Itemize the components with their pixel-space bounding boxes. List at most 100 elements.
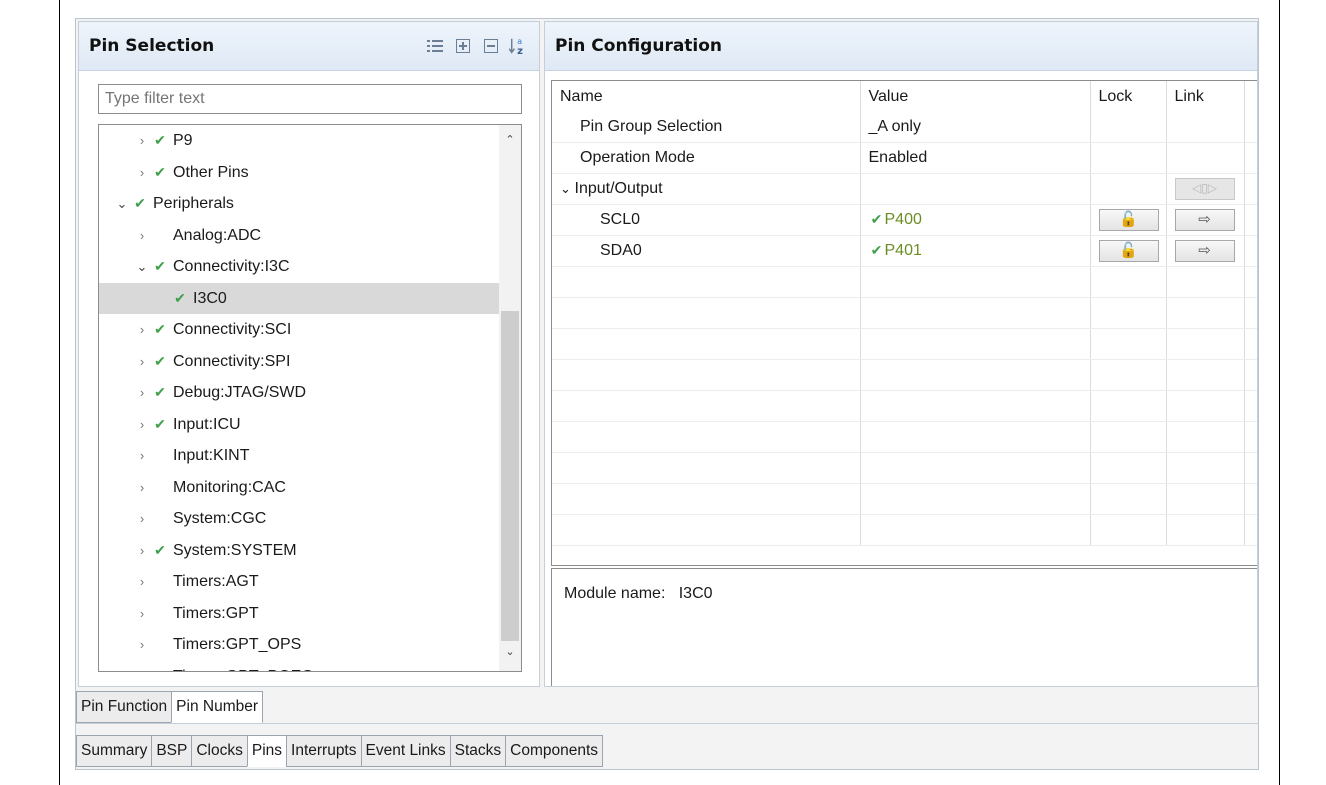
tree-item-label: Monitoring:CAC: [173, 478, 286, 496]
unlock-icon[interactable]: 🔓: [1098, 240, 1159, 262]
check-icon: ✔: [870, 242, 883, 258]
empty-cell: [1166, 359, 1245, 391]
column-header-name[interactable]: Name: [552, 81, 861, 112]
tree-scroll-thumb[interactable]: [501, 311, 519, 641]
tab-pin-function[interactable]: Pin Function: [76, 691, 173, 723]
tree-item[interactable]: › Input:KINT: [99, 440, 521, 472]
chevron-right-icon[interactable]: ›: [133, 440, 151, 472]
chevron-right-icon[interactable]: ›: [133, 346, 151, 378]
table-row[interactable]: Pin Group Selection _A only: [552, 112, 1257, 143]
chevron-down-icon[interactable]: ⌄: [133, 251, 151, 283]
empty-cell: [860, 390, 1091, 422]
tab-event-links[interactable]: Event Links: [360, 735, 451, 767]
empty-cell: [1090, 390, 1167, 422]
tree-item-label: Timers:AGT: [173, 573, 259, 590]
tab-components[interactable]: Components: [505, 735, 604, 767]
config-name-label: Pin Group Selection: [580, 118, 723, 135]
tab-bsp[interactable]: BSP: [151, 735, 193, 767]
table-row[interactable]: SCL0 ✔ P400 🔓 ⇨: [552, 204, 1257, 236]
tree-item[interactable]: ✔ I3C0: [99, 282, 521, 314]
config-value-cell[interactable]: [860, 173, 1091, 205]
tree-item[interactable]: › ✔ Debug:JTAG/SWD: [99, 377, 521, 409]
arrow-right-icon[interactable]: ⇨: [1174, 240, 1235, 262]
tab-pin-number[interactable]: Pin Number: [171, 691, 264, 723]
tree-item[interactable]: ⌄ ✔ Connectivity:I3C: [99, 251, 521, 283]
filter-input[interactable]: [98, 84, 522, 114]
config-value-cell[interactable]: ✔ P401: [860, 235, 1091, 267]
empty-cell: [552, 297, 861, 329]
table-row[interactable]: ⌄ Input/Output ◁▯▷: [552, 173, 1257, 205]
pin-tree[interactable]: › ✔ P9 › ✔ Other Pins ⌄ ✔ Peripherals › Analog:ADC…: [98, 124, 522, 672]
chevron-right-icon[interactable]: ›: [133, 629, 151, 661]
tree-item[interactable]: › Timers:AGT: [99, 566, 521, 598]
config-link-cell: ⇨: [1166, 204, 1245, 236]
tab-summary[interactable]: Summary: [76, 735, 153, 767]
tree-item[interactable]: › ✔ Input:ICU: [99, 409, 521, 441]
empty-cell: [1244, 328, 1257, 360]
tree-item[interactable]: › ✔ Connectivity:SCI: [99, 314, 521, 346]
empty-cell: [860, 514, 1091, 546]
config-name-label: Input/Output: [574, 180, 663, 197]
tree-item[interactable]: ⌄ ✔ Peripherals: [99, 188, 513, 220]
tree-item-label: P9: [173, 132, 193, 149]
tree-item-label: Input:KINT: [173, 447, 250, 464]
unlock-icon[interactable]: 🔓: [1098, 209, 1159, 231]
chevron-down-icon[interactable]: ⌄: [113, 188, 131, 220]
config-value-cell[interactable]: _A only: [860, 112, 1091, 143]
tree-item[interactable]: › ✔ Connectivity:SPI: [99, 346, 521, 378]
chevron-right-icon[interactable]: ›: [133, 409, 151, 441]
chevron-down-icon[interactable]: ⌄: [560, 181, 575, 196]
list-view-icon[interactable]: [425, 36, 445, 56]
tree-item[interactable]: › Timers:GPT_OPS: [99, 629, 521, 661]
chevron-right-icon[interactable]: ›: [133, 472, 151, 504]
check-icon: ✔: [154, 415, 166, 432]
chevron-right-icon[interactable]: ›: [133, 125, 151, 157]
tree-item[interactable]: › Analog:ADC: [99, 220, 521, 252]
config-value-cell[interactable]: ✔ P400: [860, 204, 1091, 236]
column-header-link[interactable]: Link: [1166, 81, 1245, 112]
column-header-value[interactable]: Value: [860, 81, 1091, 112]
tree-item[interactable]: › System:CGC: [99, 503, 521, 535]
table-row[interactable]: Operation Mode Enabled: [552, 142, 1257, 174]
tree-item[interactable]: › ✔ Other Pins: [99, 157, 521, 189]
sort-az-icon[interactable]: az: [509, 36, 529, 56]
chevron-right-icon[interactable]: ›: [133, 503, 151, 535]
collapse-all-icon[interactable]: [481, 36, 501, 56]
chevron-right-icon[interactable]: ›: [133, 220, 151, 252]
table-row-empty: [552, 514, 1257, 546]
column-header-lock[interactable]: Lock: [1090, 81, 1167, 112]
tree-item[interactable]: › Monitoring:CAC: [99, 472, 521, 504]
config-link-cell: ◁▯▷: [1166, 173, 1245, 205]
expand-all-icon[interactable]: [453, 36, 473, 56]
chevron-right-icon[interactable]: ›: [133, 377, 151, 409]
empty-cell: [1244, 266, 1257, 298]
tree-scrollbar[interactable]: ⌃ ⌄: [499, 125, 521, 671]
pin-selection-header: Pin Selection az: [79, 22, 539, 71]
scroll-up-icon[interactable]: ⌃: [502, 133, 518, 151]
config-value-cell[interactable]: Enabled: [860, 142, 1091, 174]
table-row[interactable]: SDA0 ✔ P401 🔓 ⇨: [552, 235, 1257, 267]
chevron-right-icon[interactable]: ›: [133, 535, 151, 567]
tab-clocks[interactable]: Clocks: [191, 735, 248, 767]
tree-item[interactable]: › Timers:GPT: [99, 598, 521, 630]
chevron-right-icon[interactable]: ›: [133, 566, 151, 598]
pin-configurator-window: Pin Selection az ›✔P9›✔Other Pins⌄✔Perip…: [75, 18, 1259, 770]
empty-cell: [1244, 421, 1257, 453]
scroll-down-icon[interactable]: ⌄: [502, 645, 518, 663]
check-icon: ✔: [154, 352, 166, 369]
chevron-right-icon[interactable]: ›: [133, 598, 151, 630]
tree-item[interactable]: › Timers:GPT_POEG: [99, 661, 521, 672]
tree-item[interactable]: › ✔ P9: [99, 125, 521, 157]
pin-selection-panel: Pin Selection az ›✔P9›✔Other Pins⌄✔Perip…: [78, 21, 540, 687]
arrow-right-icon[interactable]: ⇨: [1174, 209, 1235, 231]
editor-page-tabs: Summary BSP Clocks Pins Interrupts Event Link…: [76, 735, 604, 767]
tab-interrupts[interactable]: Interrupts: [286, 735, 362, 767]
tab-stacks[interactable]: Stacks: [449, 735, 507, 767]
tree-item-label: Timers:GPT_POEG: [173, 668, 314, 672]
chevron-right-icon[interactable]: ›: [133, 661, 151, 672]
pin-selection-title: Pin Selection: [89, 36, 215, 56]
tab-pins[interactable]: Pins: [246, 735, 288, 767]
chevron-right-icon[interactable]: ›: [133, 314, 151, 346]
chevron-right-icon[interactable]: ›: [133, 157, 151, 189]
tree-item[interactable]: › ✔ System:SYSTEM: [99, 535, 521, 567]
